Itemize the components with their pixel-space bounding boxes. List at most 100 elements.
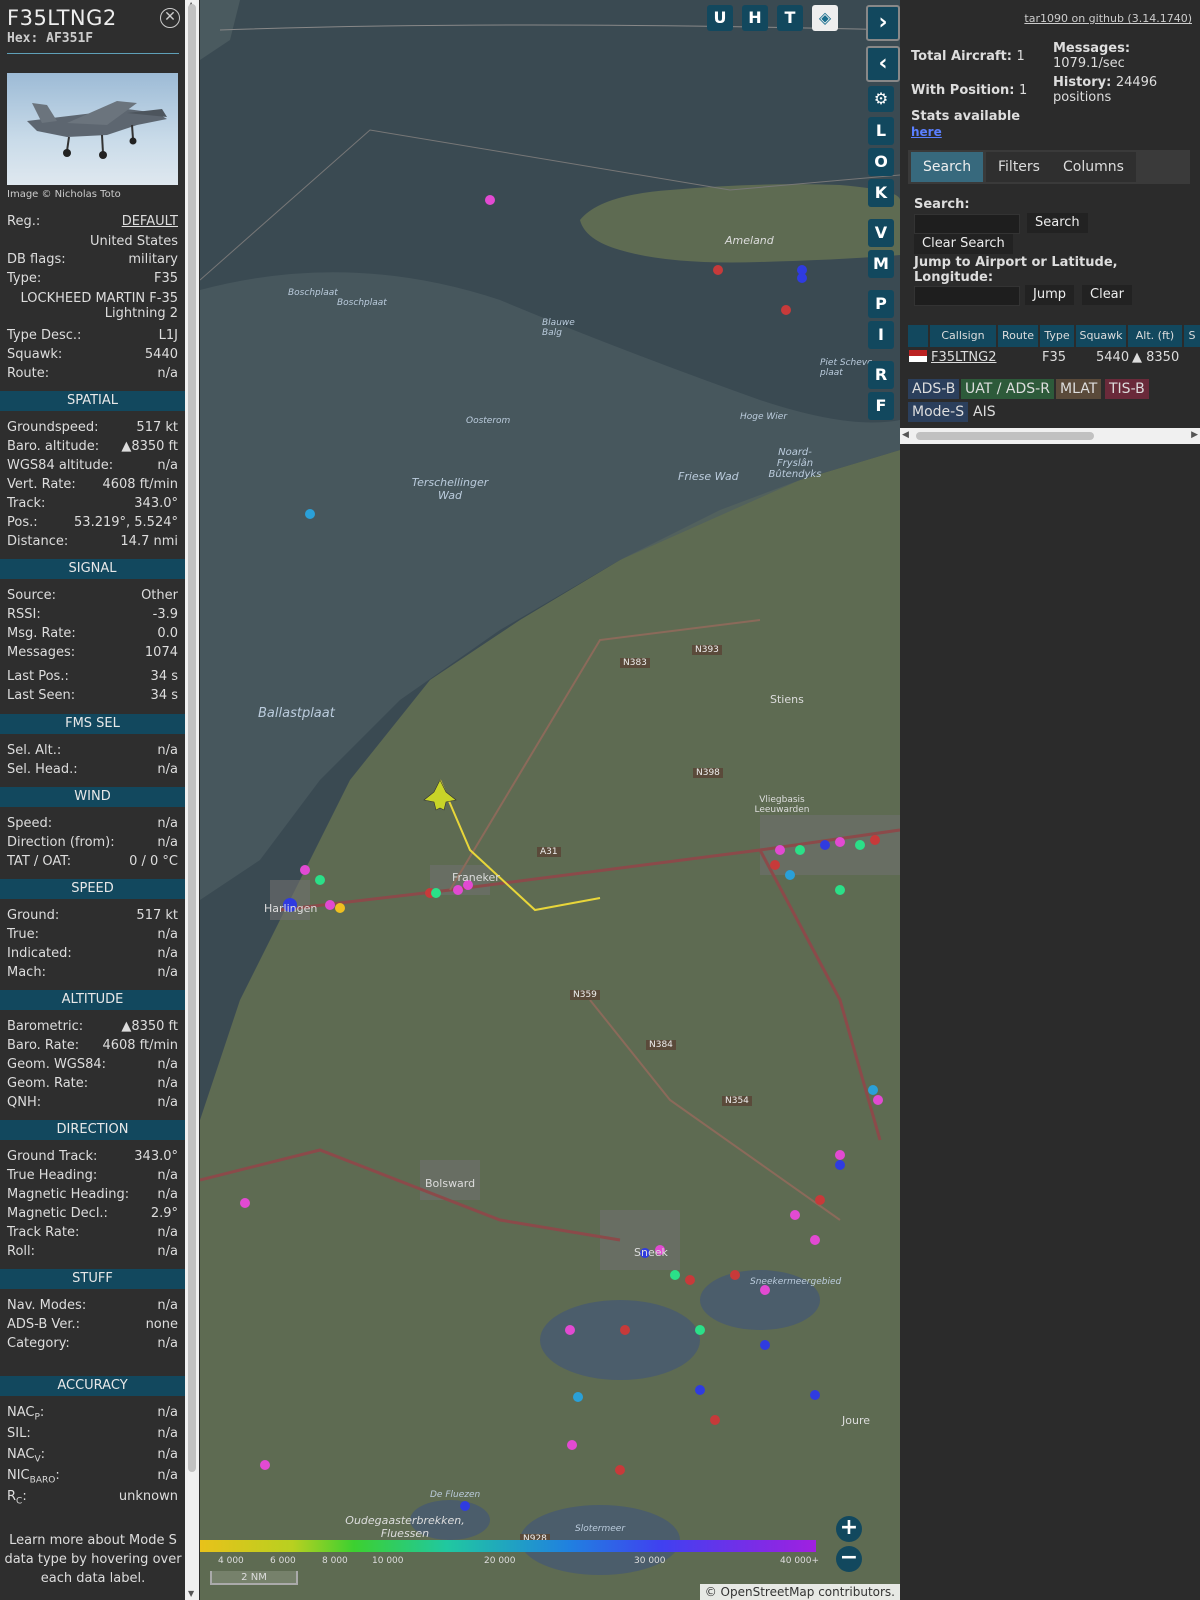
- column-speed[interactable]: S: [1184, 325, 1200, 347]
- map-button-k[interactable]: K: [868, 179, 894, 207]
- accuracy-label[interactable]: SIL:: [7, 1425, 31, 1443]
- speed-label[interactable]: Indicated:: [7, 945, 72, 963]
- spatial-label[interactable]: Track:: [7, 495, 45, 513]
- scroll-down-arrow-icon[interactable]: ▼: [188, 1589, 194, 1598]
- tab-search[interactable]: Search: [911, 152, 984, 182]
- map-button-h[interactable]: H: [742, 5, 768, 31]
- signal-label[interactable]: RSSI:: [7, 606, 41, 624]
- row-callsign[interactable]: F35LTNG2: [931, 349, 996, 367]
- column-callsign[interactable]: Callsign: [930, 325, 996, 347]
- accuracy-label[interactable]: R: [7, 1489, 16, 1504]
- signal-label[interactable]: Msg. Rate:: [7, 625, 76, 643]
- map-button-m[interactable]: M: [868, 250, 894, 278]
- jump-button[interactable]: Jump: [1025, 285, 1074, 305]
- map-button-p[interactable]: P: [868, 290, 894, 318]
- scroll-right-arrow-icon[interactable]: ▶: [1191, 430, 1198, 440]
- clear-button[interactable]: Clear: [1082, 285, 1132, 305]
- column-route[interactable]: Route: [998, 325, 1038, 347]
- legend-uat[interactable]: UAT / ADS-R: [961, 379, 1054, 399]
- map-button-t[interactable]: T: [777, 5, 803, 31]
- legend-mlat[interactable]: MLAT: [1056, 379, 1102, 399]
- wind-label[interactable]: Direction (from):: [7, 834, 115, 852]
- altitude-label[interactable]: Geom. WGS84:: [7, 1056, 106, 1074]
- direction-label[interactable]: Magnetic Heading:: [7, 1186, 129, 1204]
- column-type[interactable]: Type: [1040, 325, 1074, 347]
- clear-search-button[interactable]: Clear Search: [914, 234, 1013, 254]
- direction-label[interactable]: Magnetic Decl.:: [7, 1205, 108, 1223]
- map-button-u[interactable]: U: [707, 5, 733, 31]
- direction-label[interactable]: True Heading:: [7, 1167, 97, 1185]
- search-button[interactable]: Search: [1027, 213, 1088, 233]
- zoom-out-icon[interactable]: −: [836, 1546, 862, 1572]
- fms-label[interactable]: Sel. Alt.:: [7, 742, 61, 760]
- scrollbar-thumb[interactable]: [916, 432, 1094, 440]
- tab-columns[interactable]: Columns: [1051, 152, 1136, 182]
- wind-label[interactable]: TAT / OAT:: [7, 853, 71, 871]
- fms-label[interactable]: Sel. Head.:: [7, 761, 78, 779]
- map-button-r[interactable]: R: [868, 361, 894, 389]
- aircraft-photo[interactable]: [7, 73, 178, 185]
- map-button-v[interactable]: V: [868, 219, 894, 247]
- reg-link[interactable]: DEFAULT: [122, 213, 178, 231]
- stats-link[interactable]: here: [911, 125, 942, 139]
- speed-label[interactable]: Mach:: [7, 964, 46, 982]
- signal-label[interactable]: Source:: [7, 587, 56, 605]
- direction-label[interactable]: Ground Track:: [7, 1148, 97, 1166]
- spatial-label[interactable]: WGS84 altitude:: [7, 457, 113, 475]
- stuff-label[interactable]: Category:: [7, 1335, 70, 1353]
- github-link[interactable]: tar1090 on github (3.14.1740): [1024, 12, 1192, 25]
- legend-modes[interactable]: Mode-S: [908, 402, 969, 422]
- column-squawk[interactable]: Squawk: [1076, 325, 1126, 347]
- legend-tisb[interactable]: TIS-B: [1105, 379, 1149, 399]
- altitude-label[interactable]: Barometric:: [7, 1018, 83, 1036]
- layers-icon[interactable]: ◈: [812, 5, 838, 31]
- signal-label[interactable]: Last Pos.:: [7, 668, 69, 686]
- info-scrollbar[interactable]: ▲ ▼: [185, 0, 199, 1600]
- spatial-label[interactable]: Pos.:: [7, 514, 38, 532]
- stuff-label[interactable]: Nav. Modes:: [7, 1297, 86, 1315]
- scrollbar-thumb[interactable]: [188, 4, 196, 1472]
- legend-ais[interactable]: AIS: [969, 402, 1000, 422]
- direction-value: 343.0°: [134, 1149, 178, 1164]
- column-flag[interactable]: [908, 325, 928, 347]
- spatial-label[interactable]: Distance:: [7, 533, 68, 551]
- search-input[interactable]: [914, 214, 1020, 234]
- map-button-f[interactable]: F: [868, 392, 894, 420]
- accuracy-label[interactable]: NIC: [7, 1468, 30, 1483]
- direction-label[interactable]: Roll:: [7, 1243, 35, 1261]
- stuff-label[interactable]: ADS-B Ver.:: [7, 1316, 80, 1334]
- wind-label[interactable]: Speed:: [7, 815, 52, 833]
- collapse-left-icon[interactable]: ‹: [866, 46, 900, 82]
- map-button-i[interactable]: I: [868, 321, 894, 349]
- spatial-label[interactable]: Groundspeed:: [7, 419, 98, 437]
- altitude-label[interactable]: QNH:: [7, 1094, 41, 1112]
- map-attribution[interactable]: © OpenStreetMap contributors.: [699, 1584, 900, 1600]
- speed-label[interactable]: True:: [7, 926, 39, 944]
- altitude-label[interactable]: Baro. Rate:: [7, 1037, 79, 1055]
- spatial-label[interactable]: Baro. altitude:: [7, 438, 99, 456]
- column-altitude[interactable]: Alt. (ft): [1128, 325, 1182, 347]
- table-horizontal-scrollbar[interactable]: ◀ ▶: [900, 428, 1200, 444]
- speed-label[interactable]: Ground:: [7, 907, 59, 925]
- expand-right-icon[interactable]: ›: [866, 5, 900, 41]
- accuracy-label[interactable]: NAC: [7, 1405, 34, 1420]
- zoom-in-icon[interactable]: +: [836, 1516, 862, 1542]
- direction-label[interactable]: Track Rate:: [7, 1224, 79, 1242]
- spatial-label[interactable]: Vert. Rate:: [7, 476, 76, 494]
- accuracy-label[interactable]: NAC: [7, 1447, 34, 1462]
- map-view[interactable]: Ameland Boschplaat Boschplaat Blauwe Bal…: [200, 0, 900, 1600]
- map-button-l[interactable]: L: [868, 117, 894, 145]
- tab-filters[interactable]: Filters: [986, 152, 1052, 182]
- map-button-o[interactable]: O: [868, 148, 894, 176]
- settings-gear-icon[interactable]: ⚙: [868, 86, 894, 112]
- place-label: Boschplaat: [288, 288, 338, 298]
- altitude-label[interactable]: Geom. Rate:: [7, 1075, 88, 1093]
- signal-label[interactable]: Last Seen:: [7, 687, 75, 705]
- jump-input[interactable]: [914, 286, 1020, 306]
- route-row: Route: n/a: [7, 365, 178, 383]
- accuracy-row: NACV: n/a: [7, 1446, 178, 1465]
- signal-label[interactable]: Messages:: [7, 644, 75, 662]
- close-icon[interactable]: ✕: [160, 8, 180, 28]
- legend-adsb[interactable]: ADS-B: [908, 379, 960, 399]
- scroll-left-arrow-icon[interactable]: ◀: [902, 430, 909, 440]
